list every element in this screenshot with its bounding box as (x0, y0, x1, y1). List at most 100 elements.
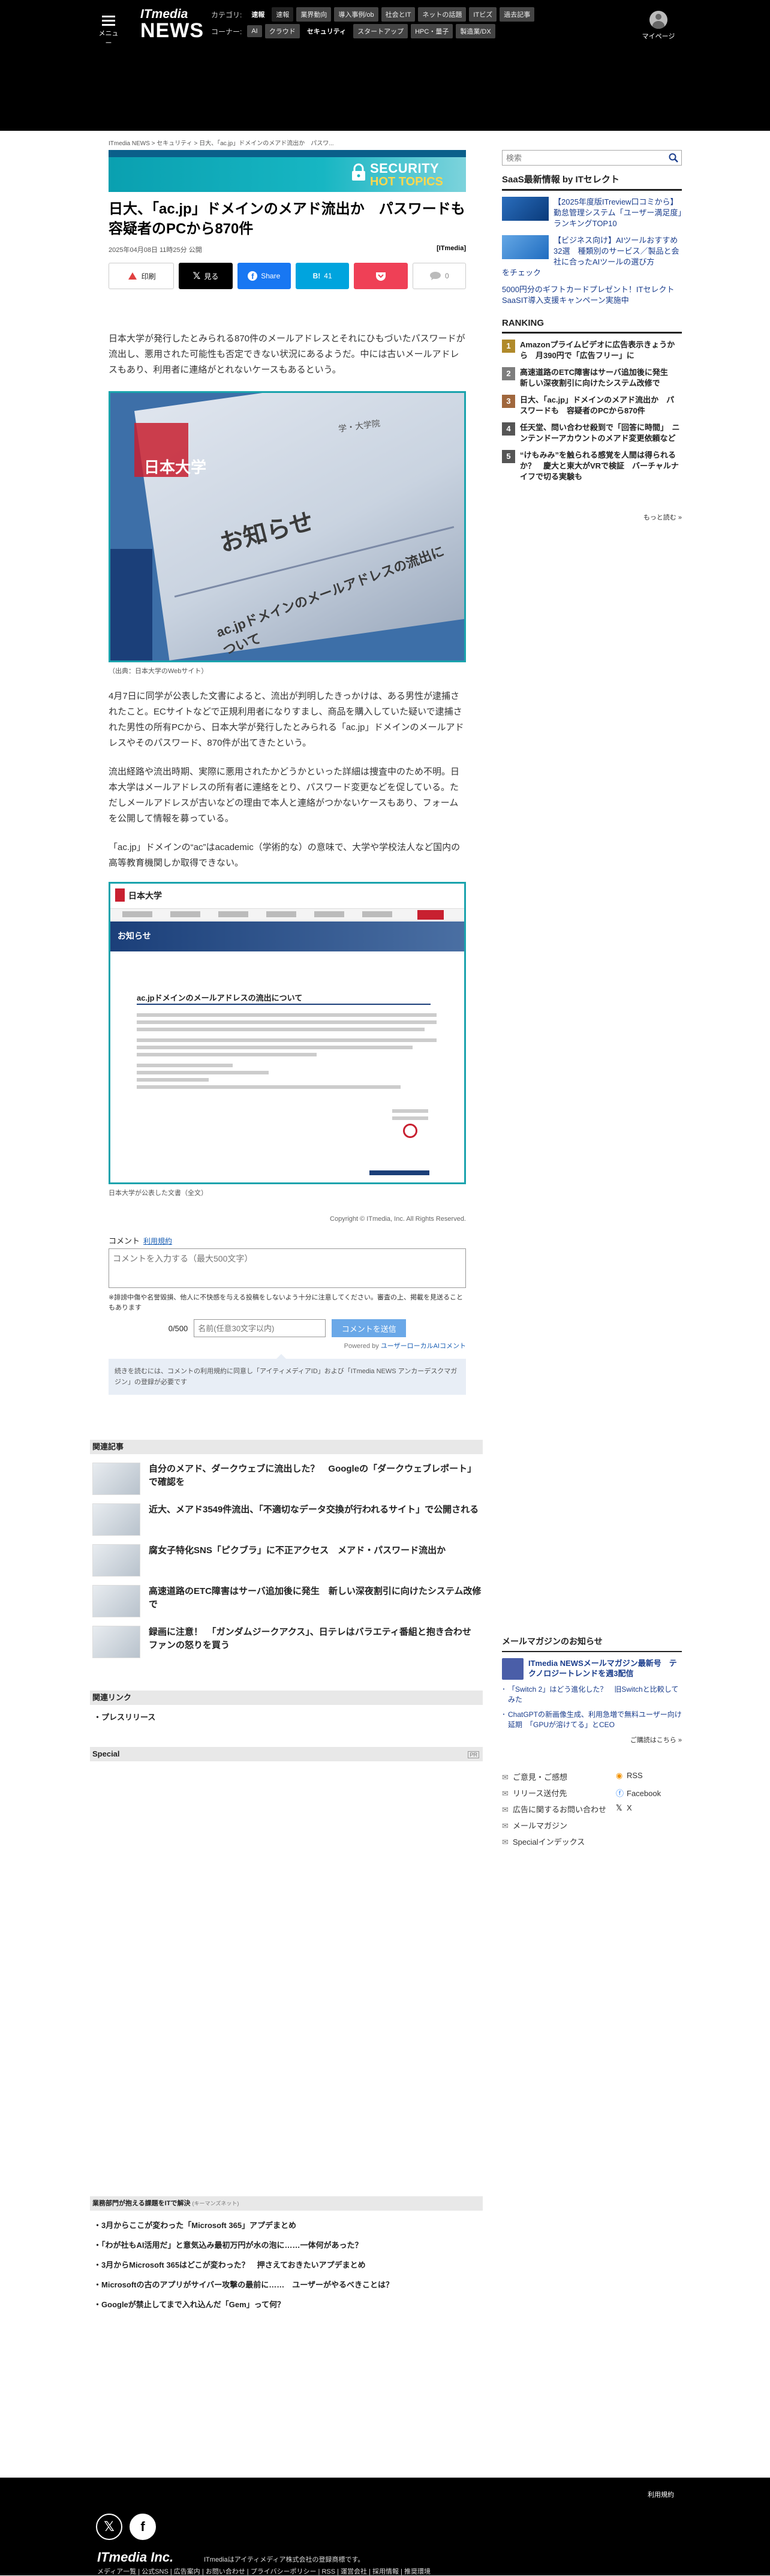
category-item[interactable]: 速報 (247, 7, 269, 22)
corner-item[interactable]: クラウド (264, 24, 300, 38)
saas-item[interactable]: 【2025年度版ITreview口コミから】勤怠管理システム「ユーザー満足度」ラ… (502, 197, 682, 229)
x-link[interactable]: 𝕏X (616, 1803, 682, 1815)
sidebar: SaaS最新情報 by ITセレクト 【2025年度版ITreview口コミから… (502, 150, 682, 522)
saas-campaign-link[interactable]: 5000円分のギフトカードプレゼント！ITセレクトSaaSIT導入支援キャンペー… (502, 284, 682, 306)
facebook-icon[interactable]: f (130, 2514, 156, 2540)
corner-item[interactable]: HPC・量子 (411, 24, 453, 38)
rss-link[interactable]: ◉ RSS (616, 1771, 682, 1782)
search-button[interactable] (666, 151, 681, 165)
rank-number: 2 (502, 367, 515, 380)
text-line (392, 1109, 428, 1113)
category-item[interactable]: ネットの話題 (418, 7, 467, 22)
x-share-button[interactable]: 𝕏 見る (179, 263, 233, 289)
comment-submit-row: 0/500 コメントを送信 (109, 1319, 466, 1337)
print-button[interactable]: 印刷 (109, 263, 175, 289)
nav-placeholder (362, 911, 392, 917)
corner-item[interactable]: 製造業/DX (456, 24, 495, 38)
saas-item[interactable]: 【ビジネス向け】AIツールおすすめ32選 種類別のサービス／製品と会社に合ったA… (502, 235, 682, 268)
keyman-item[interactable]: ・3月からここが変わった「Microsoft 365」アプデまとめ (94, 2219, 483, 2230)
keyman-item[interactable]: ・3月からMicrosoft 365はどこが変わった？ 押さえておきたいアプデま… (94, 2259, 483, 2270)
send-comment-button[interactable]: コメントを送信 (332, 1319, 407, 1337)
keyman-item[interactable]: ・Microsoftの古のアプリがサイバー攻撃の最前に…… ユーザーがやるべきこ… (94, 2278, 483, 2290)
corner-item-security[interactable]: セキュリティ (302, 24, 351, 38)
name-input[interactable] (194, 1319, 326, 1337)
footer-side-links: ✉ ご意見・ご感想 ◉ RSS ✉ リリース送付先 ⓕ Facebook ✉ 広告に関する… (502, 1771, 682, 1847)
special-index-link[interactable]: ✉ Specialインデックス (502, 1836, 616, 1847)
related-link-press[interactable]: ・プレスリリース (94, 1711, 483, 1722)
mail-main-item[interactable]: ITmedia NEWSメールマガジン最新号 テクノロジートレンドを週3配信 (502, 1658, 682, 1680)
related-title: 腐女子特化SNS「ピクブラ」に不正アクセス メアド・パスワード流出か (149, 1545, 446, 1556)
banner-title: SECURITY (370, 161, 440, 176)
powered-link[interactable]: ユーザーローカルAIコメント (381, 1343, 466, 1350)
related-thumbnail (92, 1585, 140, 1617)
article-photo-notice[interactable]: 日本大学 学・大学院 お知らせ ac.jpドメインのメールアドレスの流出について (109, 391, 466, 662)
paragraph: 日本大学が発行したとみられる870件のメールアドレスとそれにひもづいたパスワード… (109, 334, 465, 375)
mail-subscribe-link[interactable]: ご購読はこちら » (502, 1735, 682, 1745)
footer-links[interactable]: メディア一覧 | 公式SNS | 広告案内 | お問い合わせ | プライバシーポ… (97, 2566, 431, 2576)
corner-item[interactable]: AI (247, 25, 262, 37)
security-banner[interactable]: SECURITY HOT TOPICS (109, 150, 466, 192)
breadcrumb[interactable]: ITmedia NEWS > セキュリティ > 日大、「ac.jp」ドメインのメ… (109, 138, 466, 148)
facebook-share-label: Share (261, 272, 281, 280)
keyman-heading-text: 業務部門が抱える課題をITで解決 (92, 2200, 191, 2207)
corner-nav: コーナー: AI クラウド セキュリティ スタートアップ HPC・量子 製造業/… (211, 24, 495, 38)
ranking-item[interactable]: 5 “けもみみ”を触られる感覚を人間は得られるか？ 慶大と東大がVRで検証 バーチ… (502, 450, 682, 482)
category-item[interactable]: 社会とIT (381, 7, 416, 22)
pocket-button[interactable] (354, 263, 408, 289)
keyman-item-title: 「わが社もAI活用だ」と意気込み最初万円が水の泡に……一体何があった？ (101, 2241, 363, 2250)
related-thumbnail (92, 1463, 140, 1495)
facebook-share-button[interactable]: f Share (237, 263, 291, 289)
related-title: 高速道路のETC障害はサーバ追加後に発生 新しい深夜割引に向けたシステム改修で (149, 1586, 482, 1610)
mail-list-item[interactable]: 「Switch 2」はどう進化した？ 旧Switchと比較してみた (502, 1685, 682, 1705)
related-item[interactable]: 近大、メアド3549件流出、「不適切なデータ交換が行われるサイト」で公開される (92, 1503, 483, 1536)
screenshot-hero: お知らせ (110, 921, 464, 951)
category-item[interactable]: 速報 (272, 7, 294, 22)
terms-link[interactable]: 利用規約 (143, 1237, 172, 1245)
related-articles: 関連記事 自分のメアド、ダークウェブに流出した？ Googleの「ダークウェブレ… (90, 1440, 483, 1658)
keyman-item[interactable]: ・「わが社もAI活用だ」と意気込み最初万円が水の泡に……一体何があった？ (94, 2239, 483, 2250)
hatena-bookmark-button[interactable]: B! 41 (295, 263, 350, 289)
site-logo[interactable]: ITmedia NEWS (140, 7, 204, 41)
rss-label: RSS (627, 1771, 643, 1780)
mypage-button[interactable]: マイページ (640, 11, 676, 41)
corner-item[interactable]: スタートアップ (353, 24, 408, 38)
related-item[interactable]: 腐女子特化SNS「ピクブラ」に不正アクセス メアド・パスワード流出か (92, 1544, 483, 1577)
ranking-item[interactable]: 1 Amazonプライムビデオに広告表示きょうから 月390円で「広告フリー」に (502, 340, 682, 361)
release-link[interactable]: ✉ リリース送付先 (502, 1787, 616, 1799)
category-item[interactable]: 過去記事 (500, 7, 535, 22)
feedback-link[interactable]: ✉ ご意見・ご感想 (502, 1771, 616, 1782)
search-input[interactable] (503, 151, 666, 165)
ranking-more-link[interactable]: もっと読む » (502, 512, 682, 522)
comment-count: 0 (444, 272, 449, 280)
related-item[interactable]: 高速道路のETC障害はサーバ追加後に発生 新しい深夜割引に向けたシステム改修で (92, 1585, 483, 1617)
comment-button[interactable]: 0 (412, 263, 467, 289)
category-item[interactable]: 業界動向 (296, 7, 332, 22)
terms-of-use-link[interactable]: 利用規約 (648, 2490, 674, 2499)
facebook-link[interactable]: ⓕ Facebook (616, 1787, 682, 1799)
corner-label: コーナー: (211, 27, 242, 36)
x-icon[interactable]: 𝕏 (96, 2514, 122, 2540)
article-screenshot-document[interactable]: 日本大学 お知らせ ac.jpドメインのメールアドレスの流出について (109, 882, 466, 1184)
category-item[interactable]: ITビズ (469, 7, 497, 22)
ranking-item[interactable]: 4 任天堂、問い合わせ殺到で「回答に時間」 ニンテンドーアカウントのメアド変更依頼… (502, 422, 682, 444)
related-item[interactable]: 自分のメアド、ダークウェブに流出した？ Googleの「ダークウェブレポート」で… (92, 1463, 483, 1495)
related-item[interactable]: 録画に注意！ 「ガンダムジークアクス」、日テレはバラエティ番組と抱き合わせ ファ… (92, 1626, 483, 1658)
ranking-item[interactable]: 3 日大、「ac.jp」ドメインのメアド流出か パスワードも 容疑者のPCから87… (502, 395, 682, 416)
keyman-heading-sub: (キーマンズネット) (192, 2200, 239, 2206)
screenshot-logo-mark (115, 888, 125, 902)
mail-icon: ✉ (502, 1805, 509, 1814)
comment-textarea[interactable] (109, 1248, 466, 1288)
keyman-item[interactable]: ・Googleが禁止してまで入れ込んだ「Gem」って何？ (94, 2298, 483, 2310)
related-title: 録画に注意！ 「ガンダムジークアクス」、日テレはバラエティ番組と抱き合わせ ファ… (149, 1627, 480, 1650)
ad-inquiry-link[interactable]: ✉ 広告に関するお問い合わせ (502, 1803, 616, 1815)
newsletter-link[interactable]: ✉ メールマガジン (502, 1820, 616, 1831)
saas-item-tail: をチェック (502, 268, 542, 277)
category-item[interactable]: 導入事例/ob (334, 7, 378, 22)
related-thumbnail (92, 1503, 140, 1536)
mail-list-item[interactable]: ChatGPTの新画像生成、利用急増で無料ユーザー向け延期 「GPUが溶けてる」… (502, 1710, 682, 1730)
menu-button[interactable]: メニュー (98, 13, 119, 47)
facebook-label: Facebook (627, 1789, 661, 1798)
document-caption: 日本大学が公表した文書（全文） (109, 1190, 207, 1197)
copyright: Copyright © ITmedia, Inc. All Rights Res… (330, 1215, 466, 1223)
ranking-item[interactable]: 2 高速道路のETC障害はサーバ追加後に発生 新しい深夜割引に向けたシステム改修で (502, 367, 682, 389)
